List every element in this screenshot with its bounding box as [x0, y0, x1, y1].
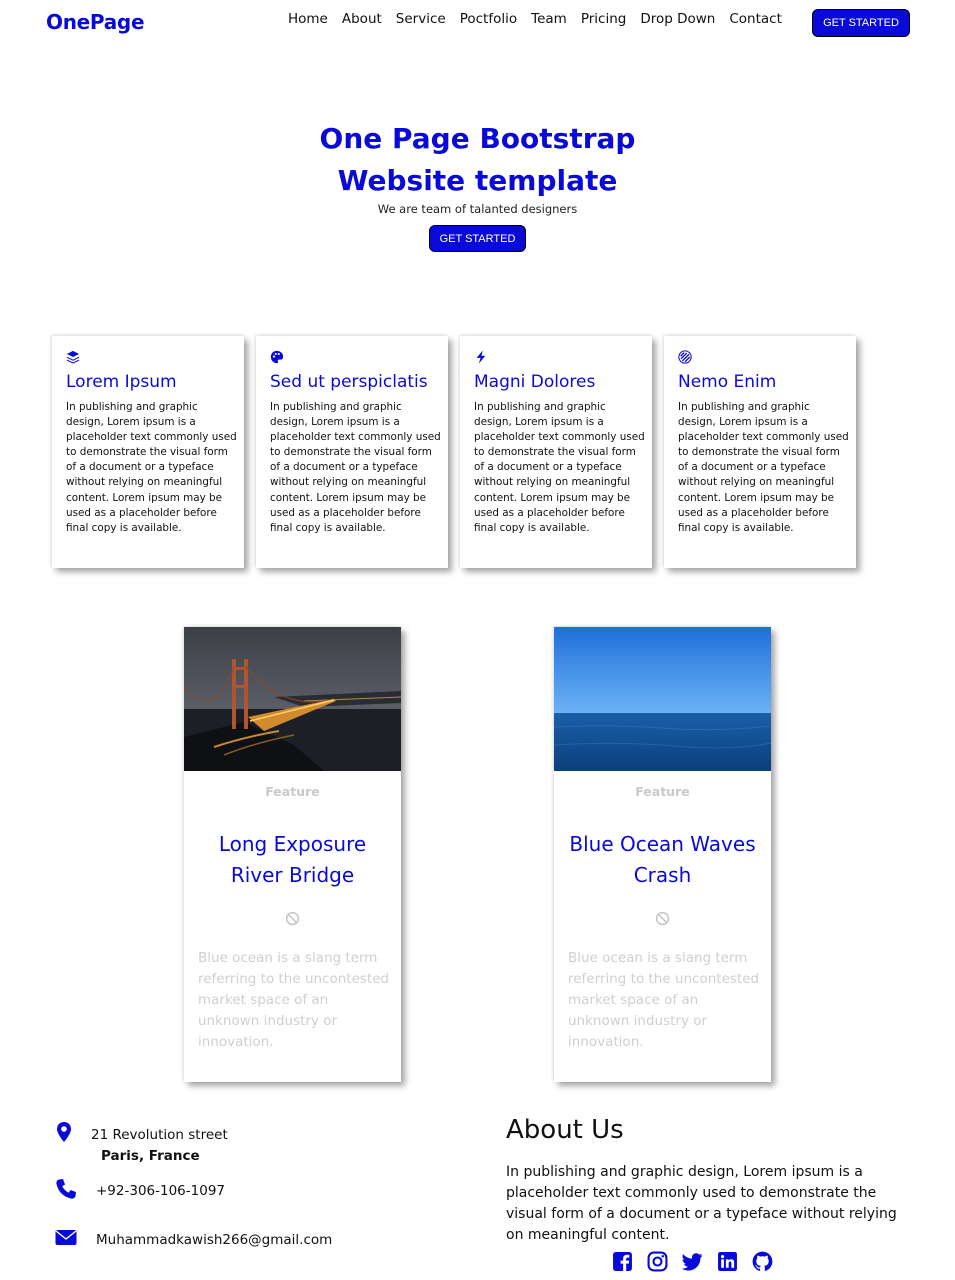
github-icon[interactable] [752, 1251, 773, 1272]
facebook-icon[interactable] [612, 1251, 633, 1272]
contact-city: Paris, France [101, 1148, 200, 1164]
layers-icon [66, 350, 80, 364]
card-tag: Feature [635, 784, 690, 799]
feature-card: Lorem Ipsum In publishing and graphic de… [52, 336, 244, 568]
card-tag: Feature [265, 784, 320, 799]
contact-phone[interactable]: +92-306-106-1097 [96, 1183, 225, 1199]
feature-card: Magni Dolores In publishing and graphic … [460, 336, 652, 568]
hero-subtitle: We are team of talanted designers [377, 202, 578, 216]
hero-get-started-button[interactable]: GET STARTED [429, 225, 526, 252]
feature-text: In publishing and graphic design, Lorem … [678, 401, 849, 534]
feature-text: In publishing and graphic design, Lorem … [270, 401, 441, 534]
feature-text: In publishing and graphic design, Lorem … [474, 401, 645, 534]
social-links [612, 1251, 773, 1272]
portfolio-card[interactable]: Feature Blue Ocean Waves Crash Blue ocea… [554, 627, 771, 1082]
nav-item-service[interactable]: Service [396, 11, 446, 27]
map-marker-icon [57, 1122, 71, 1142]
phone-icon [56, 1179, 76, 1199]
nav-item-pricing[interactable]: Pricing [581, 11, 627, 27]
nav-item-contact[interactable]: Contact [729, 11, 782, 27]
nav-item-about[interactable]: About [342, 11, 382, 27]
ban-icon [285, 911, 300, 926]
nav-get-started-button[interactable]: GET STARTED [812, 9, 910, 37]
contact-email[interactable]: Muhammadkawish266@gmail.com [96, 1232, 332, 1248]
feature-title: Nemo Enim [678, 372, 777, 392]
stripes-icon [678, 350, 692, 364]
contact-street: 21 Revolution street [91, 1127, 228, 1143]
bolt-icon [476, 350, 486, 364]
card-title: Long Exposure River Bridge [218, 832, 367, 887]
nav-item-team[interactable]: Team [531, 11, 567, 27]
hero-title: One Page Bootstrap Website template [0, 118, 955, 202]
feature-title: Sed ut perspiclatis [270, 372, 428, 392]
ban-icon [655, 911, 670, 926]
nav-item-portfolio[interactable]: Poctfolio [460, 11, 517, 27]
nav-item-home[interactable]: Home [288, 11, 328, 27]
card-text: Blue ocean is a slang term referring to … [568, 950, 760, 1050]
feature-title: Magni Dolores [474, 372, 596, 392]
main-nav: Home About Service Poctfolio Team Pricin… [288, 11, 782, 27]
envelope-icon [55, 1230, 77, 1245]
hero-title-line2: Website template [337, 164, 618, 197]
palette-icon [270, 350, 284, 364]
card-text: Blue ocean is a slang term referring to … [198, 950, 390, 1050]
portfolio-card[interactable]: Feature Long Exposure River Bridge Blue … [184, 627, 401, 1082]
instagram-icon[interactable] [647, 1251, 668, 1272]
brand-logo[interactable]: OnePage [46, 10, 145, 34]
feature-card: Sed ut perspiclatis In publishing and gr… [256, 336, 448, 568]
nav-item-dropdown[interactable]: Drop Down [640, 11, 715, 27]
hero-title-line1: One Page Bootstrap [319, 122, 636, 155]
card-title: Blue Ocean Waves Crash [569, 832, 756, 887]
ocean-photo [554, 627, 771, 771]
about-text: In publishing and graphic design, Lorem … [506, 1164, 897, 1243]
twitter-icon[interactable] [682, 1251, 703, 1272]
feature-text: In publishing and graphic design, Lorem … [66, 401, 237, 534]
about-title: About Us [506, 1115, 624, 1145]
feature-card: Nemo Enim In publishing and graphic desi… [664, 336, 856, 568]
linkedin-icon[interactable] [717, 1251, 738, 1272]
bridge-night-photo [184, 627, 401, 771]
feature-title: Lorem Ipsum [66, 372, 177, 392]
